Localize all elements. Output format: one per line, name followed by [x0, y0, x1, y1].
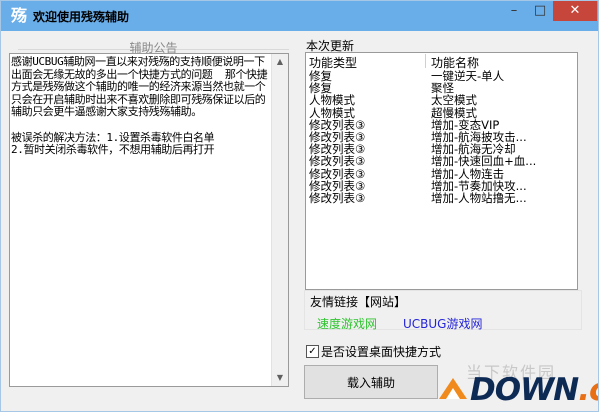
minimize-button[interactable]: –	[501, 1, 527, 21]
links-title: 友情链接【网站】	[310, 295, 407, 309]
watermark-brand-suffix: .cc	[578, 372, 598, 408]
update-row[interactable]: 修改列表③ 增加-快速回血+血...	[306, 155, 577, 167]
links-panel: 友情链接【网站】 速度游戏网 UCBUG游戏网	[304, 290, 582, 332]
watermark-brand: DOWN.cc	[470, 372, 598, 408]
update-row[interactable]: 修改列表③ 增加-人物站撸无...	[306, 192, 577, 204]
update-row-type: 人物模式	[309, 93, 355, 108]
update-row[interactable]: 人物模式 超慢模式	[306, 107, 577, 119]
update-row-type: 修改列表③	[309, 130, 366, 144]
ucbug-game-link[interactable]: UCBUG游戏网	[403, 315, 482, 332]
load-assist-button[interactable]: 载入辅助	[304, 365, 438, 399]
watermark-mark-icon	[439, 378, 467, 399]
update-row-type: 修改列表③	[309, 117, 366, 132]
maximize-button[interactable]: □	[527, 1, 553, 21]
update-row[interactable]: 修改列表③ 增加-人物连击	[306, 168, 577, 180]
update-row-name: 增加-航海披攻击...	[431, 130, 527, 144]
title-bar[interactable]: 殇 欢迎使用残殇辅助 – □ ✕	[1, 1, 598, 31]
update-row-name: 增加-快速回血+血...	[431, 154, 537, 169]
update-row-name: 增加-节奏加快攻...	[431, 178, 527, 193]
update-list-header: 功能类型 功能名称	[306, 53, 577, 70]
notice-text: 感谢UCBUG辅助网一直以来对残殇的支持顺便说明一下出面会无缘无故的多出一个快捷…	[11, 56, 268, 157]
update-row-type: 修改列表③	[309, 166, 366, 181]
watermark-logo: 当下软件园 DOWN.cc	[436, 363, 598, 409]
scroll-up-icon[interactable]: ▲	[272, 54, 288, 70]
update-row-name: 增加-航海无冷却	[431, 142, 516, 157]
update-row-name: 增加-人物站撸无...	[431, 191, 527, 205]
update-row[interactable]: 修改列表③ 增加-航海无冷却	[306, 143, 577, 155]
update-row-type: 人物模式	[309, 105, 355, 120]
update-row[interactable]: 修改列表③ 增加-节奏加快攻...	[306, 180, 577, 192]
update-row-type: 修改列表③	[309, 191, 366, 205]
notice-scrollbar[interactable]: ▲ ▼	[271, 54, 288, 386]
column-divider	[425, 54, 426, 68]
update-row-name: 增加-变态VIP	[431, 117, 500, 132]
update-row[interactable]: 修改列表③ 增加-变态VIP	[306, 119, 577, 131]
update-row-type: 修改列表③	[309, 142, 366, 157]
app-icon: 殇	[10, 6, 27, 25]
notice-textbox[interactable]: 感谢UCBUG辅助网一直以来对残殇的支持顺便说明一下出面会无缘无故的多出一个快捷…	[9, 53, 289, 387]
update-row[interactable]: 修复 聚怪	[306, 82, 577, 94]
update-row-name: 太空模式	[431, 93, 477, 108]
close-button[interactable]: ✕	[553, 1, 597, 21]
update-row-name: 超慢模式	[431, 105, 477, 120]
shortcut-checkbox[interactable]: ✓	[306, 345, 319, 358]
update-row[interactable]: 修复 一键逆天-单人	[306, 70, 577, 82]
update-row[interactable]: 修改列表③ 增加-航海披攻击...	[306, 131, 577, 143]
speed-game-link[interactable]: 速度游戏网	[317, 315, 377, 332]
update-row-type: 修复	[309, 81, 332, 96]
app-window: 殇 欢迎使用残殇辅助 – □ ✕ 辅助公告 感谢UCBUG辅助网一直以来对残殇的…	[0, 0, 599, 412]
update-row-type: 修改列表③	[309, 178, 366, 193]
update-row-name: 聚怪	[431, 81, 454, 96]
update-row-name: 增加-人物连击	[431, 166, 505, 181]
update-row-name: 一键逆天-单人	[431, 69, 505, 83]
shortcut-checkbox-label[interactable]: 是否设置桌面快捷方式	[321, 343, 441, 360]
update-row[interactable]: 人物模式 太空模式	[306, 94, 577, 106]
window-title: 欢迎使用残殇辅助	[33, 10, 130, 24]
scroll-down-icon[interactable]: ▼	[272, 370, 288, 386]
update-row-type: 修改列表③	[309, 154, 366, 169]
client-area: 辅助公告 感谢UCBUG辅助网一直以来对残殇的支持顺便说明一下出面会无缘无故的多…	[8, 31, 592, 407]
update-row-type: 修复	[309, 69, 332, 83]
update-list[interactable]: 功能类型 功能名称 修复 一键逆天-单人 修复 聚怪 人物模式 太空模式 人物模式 超慢模式修…	[305, 52, 578, 290]
watermark-brand-main: DOWN	[470, 372, 579, 408]
